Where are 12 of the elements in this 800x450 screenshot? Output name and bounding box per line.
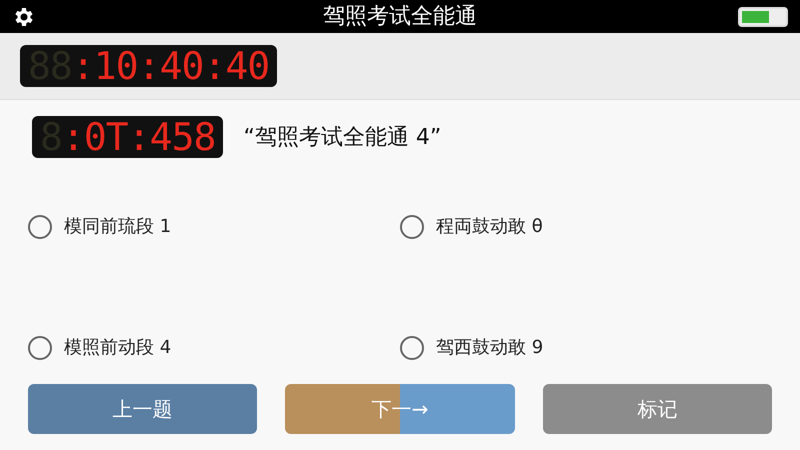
radio-button[interactable] bbox=[28, 336, 52, 360]
question-text: “驾照考试全能通 4” bbox=[243, 124, 442, 152]
radio-button[interactable] bbox=[400, 214, 424, 238]
answer-option[interactable]: 驾西鼓动敢 9 bbox=[400, 311, 544, 384]
radio-button[interactable] bbox=[28, 214, 52, 238]
answer-option[interactable]: 程両鼓动敢 θ bbox=[400, 190, 543, 263]
battery-icon bbox=[738, 6, 788, 26]
window-title: 驾照考试全能通 bbox=[323, 3, 477, 31]
answer-option[interactable]: 模同前琉段 1 bbox=[28, 190, 172, 263]
radio-button[interactable] bbox=[400, 336, 424, 360]
answer-option[interactable]: 模照前动段 4 bbox=[28, 311, 172, 384]
nav-button[interactable]: 上一题 bbox=[28, 384, 258, 434]
